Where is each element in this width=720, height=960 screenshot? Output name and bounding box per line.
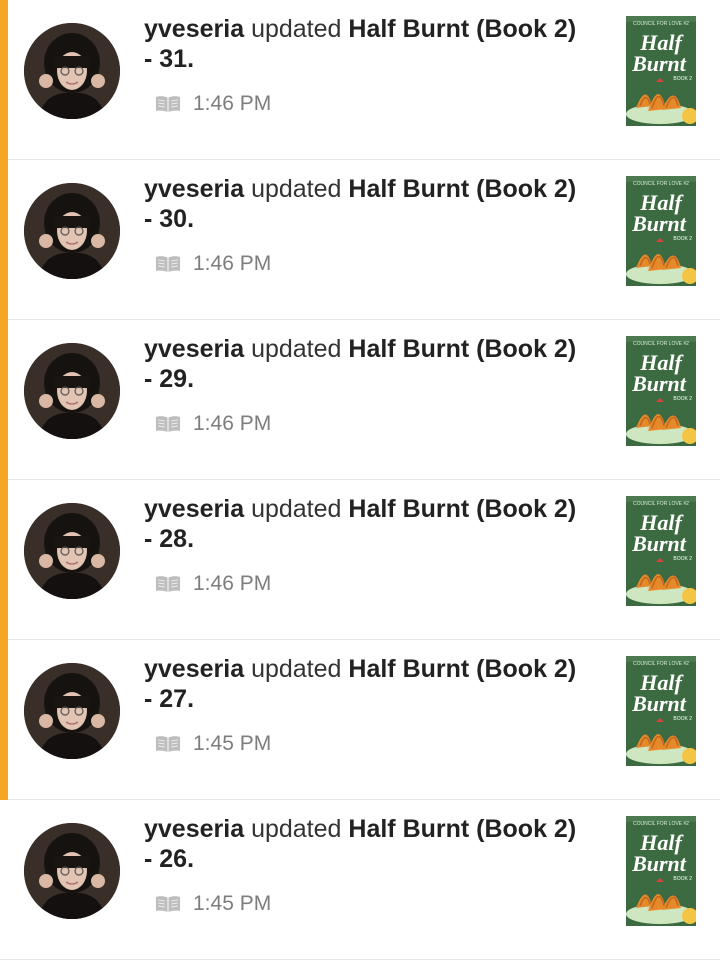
list-item[interactable]: yveseria updated Half Burnt (Book 2) - 3… <box>0 0 720 160</box>
avatar[interactable] <box>24 343 120 439</box>
book-icon <box>155 575 181 593</box>
cover-series: COUNCIL FOR LOVE #2 <box>633 661 689 667</box>
story-cover[interactable]: COUNCIL FOR LOVE #2 Half Burnt BOOK 2 <box>626 816 696 926</box>
book-icon <box>155 735 181 753</box>
cover-title-2: Burnt <box>631 371 687 396</box>
timestamp: 1:45 PM <box>193 732 272 755</box>
story-cover[interactable]: COUNCIL FOR LOVE #2 Half Burnt BOOK 2 <box>626 176 696 286</box>
cover-book-label: BOOK 2 <box>673 876 692 882</box>
username[interactable]: yveseria <box>144 655 244 683</box>
cover-series: COUNCIL FOR LOVE #2 <box>633 821 689 827</box>
list-item[interactable]: yveseria updated Half Burnt (Book 2) - 2… <box>0 640 720 800</box>
cover-title-2: Burnt <box>631 51 687 76</box>
book-icon <box>155 255 181 273</box>
cover-title-2: Burnt <box>631 211 687 236</box>
action-verb: updated <box>251 495 342 523</box>
action-verb: updated <box>251 655 342 683</box>
timestamp-row: 1:46 PM <box>155 410 271 438</box>
notification-text: yveseria updated Half Burnt (Book 2) - 2… <box>144 654 584 714</box>
avatar[interactable] <box>24 823 120 919</box>
notification-text: yveseria updated Half Burnt (Book 2) - 3… <box>144 14 584 74</box>
timestamp: 1:46 PM <box>193 572 272 595</box>
action-verb: updated <box>251 175 342 203</box>
timestamp-row: 1:45 PM <box>155 890 271 918</box>
username[interactable]: yveseria <box>144 335 244 363</box>
notification-feed: yveseria updated Half Burnt (Book 2) - 3… <box>0 0 720 960</box>
list-item[interactable]: yveseria updated Half Burnt (Book 2) - 3… <box>0 160 720 320</box>
list-item[interactable]: yveseria updated Half Burnt (Book 2) - 2… <box>0 800 720 960</box>
story-cover[interactable]: COUNCIL FOR LOVE #2 Half Burnt BOOK 2 <box>626 496 696 606</box>
notification-text: yveseria updated Half Burnt (Book 2) - 3… <box>144 174 584 234</box>
timestamp-row: 1:46 PM <box>155 250 271 278</box>
username[interactable]: yveseria <box>144 815 244 843</box>
cover-series: COUNCIL FOR LOVE #2 <box>633 181 689 187</box>
list-item[interactable]: yveseria updated Half Burnt (Book 2) - 2… <box>0 320 720 480</box>
book-icon <box>155 895 181 913</box>
timestamp-row: 1:46 PM <box>155 90 271 118</box>
action-verb: updated <box>251 15 342 43</box>
cover-book-label: BOOK 2 <box>673 556 692 562</box>
notification-text: yveseria updated Half Burnt (Book 2) - 2… <box>144 334 584 394</box>
book-icon <box>155 415 181 433</box>
timestamp: 1:46 PM <box>193 92 272 115</box>
story-cover[interactable]: COUNCIL FOR LOVE #2 Half Burnt BOOK 2 <box>626 656 696 766</box>
cover-title-2: Burnt <box>631 531 687 556</box>
action-verb: updated <box>251 815 342 843</box>
cover-book-label: BOOK 2 <box>673 76 692 82</box>
cover-series: COUNCIL FOR LOVE #2 <box>633 21 689 27</box>
timestamp-row: 1:45 PM <box>155 730 271 758</box>
username[interactable]: yveseria <box>144 495 244 523</box>
avatar[interactable] <box>24 23 120 119</box>
cover-book-label: BOOK 2 <box>673 396 692 402</box>
action-verb: updated <box>251 335 342 363</box>
cover-book-label: BOOK 2 <box>673 236 692 242</box>
book-icon <box>155 95 181 113</box>
username[interactable]: yveseria <box>144 175 244 203</box>
avatar[interactable] <box>24 503 120 599</box>
cover-series: COUNCIL FOR LOVE #2 <box>633 501 689 507</box>
timestamp: 1:46 PM <box>193 412 272 435</box>
username[interactable]: yveseria <box>144 15 244 43</box>
timestamp-row: 1:46 PM <box>155 570 271 598</box>
cover-series: COUNCIL FOR LOVE #2 <box>633 341 689 347</box>
cover-title-2: Burnt <box>631 691 687 716</box>
avatar[interactable] <box>24 183 120 279</box>
avatar[interactable] <box>24 663 120 759</box>
timestamp: 1:46 PM <box>193 252 272 275</box>
notification-text: yveseria updated Half Burnt (Book 2) - 2… <box>144 494 584 554</box>
timestamp: 1:45 PM <box>193 892 272 915</box>
cover-book-label: BOOK 2 <box>673 716 692 722</box>
cover-title-2: Burnt <box>631 851 687 876</box>
list-item[interactable]: yveseria updated Half Burnt (Book 2) - 2… <box>0 480 720 640</box>
notification-text: yveseria updated Half Burnt (Book 2) - 2… <box>144 814 584 874</box>
story-cover[interactable]: COUNCIL FOR LOVE #2 Half Burnt BOOK 2 <box>626 336 696 446</box>
story-cover[interactable]: COUNCIL FOR LOVE #2 Half Burnt BOOK 2 <box>626 16 696 126</box>
